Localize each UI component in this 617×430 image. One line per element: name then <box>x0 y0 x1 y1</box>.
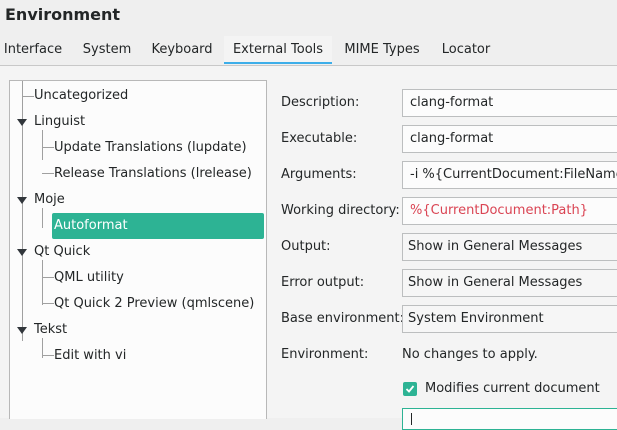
tab-mime-types[interactable]: MIME Types <box>338 36 426 64</box>
text-caret <box>411 413 412 425</box>
tree-item-qt-quick[interactable]: Qt Quick <box>10 240 264 264</box>
working-directory-field[interactable]: %{CurrentDocument:Path} <box>402 197 617 225</box>
tree-item-label: Uncategorized <box>34 88 129 103</box>
tree-item-label: Qt Quick <box>34 244 91 259</box>
arguments-label: Arguments: <box>281 167 357 182</box>
executable-label: Executable: <box>281 131 358 146</box>
tree-item-qt-quick-preview[interactable]: Qt Quick 2 Preview (qmlscene) <box>10 292 264 316</box>
description-label: Description: <box>281 95 360 110</box>
tab-keyboard[interactable]: Keyboard <box>146 36 218 64</box>
tab-system[interactable]: System <box>74 36 140 64</box>
tab-locator[interactable]: Locator <box>434 36 498 64</box>
modifies-document-label[interactable]: Modifies current document <box>425 381 600 396</box>
tree-item-update-translations[interactable]: Update Translations (lupdate) <box>10 136 264 160</box>
error-output-label: Error output: <box>281 275 365 290</box>
tree-item-linguist[interactable]: Linguist <box>10 110 264 134</box>
error-output-select[interactable]: Show in General Messages <box>402 269 617 297</box>
description-field[interactable]: clang-format <box>402 89 617 117</box>
tree-item-label: Moje <box>34 192 65 207</box>
tools-tree[interactable]: Uncategorized Linguist Update Translatio… <box>9 80 267 419</box>
expand-arrow-icon[interactable] <box>17 249 27 256</box>
tree-item-moje[interactable]: Moje <box>10 188 264 212</box>
executable-field[interactable]: clang-format <box>402 125 617 153</box>
working-directory-label: Working directory: <box>281 203 400 218</box>
arguments-field[interactable]: -i %{CurrentDocument:FileName} <box>402 161 617 189</box>
tree-item-label: Linguist <box>34 114 86 129</box>
tree-item-label: QML utility <box>54 270 124 285</box>
tab-interface[interactable]: Interface <box>0 36 66 64</box>
tree-item-uncategorized[interactable]: Uncategorized <box>10 84 264 108</box>
environment-status: No changes to apply. <box>402 347 538 362</box>
expand-arrow-icon[interactable] <box>17 327 27 334</box>
tree-item-autoformat[interactable]: Autoformat <box>10 213 264 239</box>
environment-label: Environment: <box>281 347 369 362</box>
tab-bar: Interface System Keyboard External Tools… <box>0 36 617 66</box>
expand-arrow-icon[interactable] <box>17 119 27 126</box>
tree-item-label: Tekst <box>34 322 68 337</box>
checkmark-icon <box>405 385 415 393</box>
tree-item-release-translations[interactable]: Release Translations (lrelease) <box>10 162 264 186</box>
expand-arrow-icon[interactable] <box>17 197 27 204</box>
tree-item-label: Release Translations (lrelease) <box>54 166 252 181</box>
tree-item-tekst[interactable]: Tekst <box>10 318 264 342</box>
modifies-document-checkbox[interactable] <box>403 382 417 396</box>
output-label: Output: <box>281 239 331 254</box>
output-select[interactable]: Show in General Messages <box>402 233 617 261</box>
base-environment-label: Base environment: <box>281 311 404 326</box>
tree-item-qml-utility[interactable]: QML utility <box>10 266 264 290</box>
base-environment-select[interactable]: System Environment <box>402 305 617 333</box>
tree-item-label: Qt Quick 2 Preview (qmlscene) <box>54 296 255 311</box>
tree-item-label: Update Translations (lupdate) <box>54 140 247 155</box>
tree-item-label: Edit with vi <box>54 348 127 363</box>
window-title: Environment <box>5 5 121 24</box>
tab-external-tools[interactable]: External Tools <box>224 36 332 64</box>
input-text-editor[interactable] <box>402 408 617 430</box>
tree-item-edit-with-vi[interactable]: Edit with vi <box>10 344 264 368</box>
tree-item-label: Autoformat <box>54 218 128 233</box>
